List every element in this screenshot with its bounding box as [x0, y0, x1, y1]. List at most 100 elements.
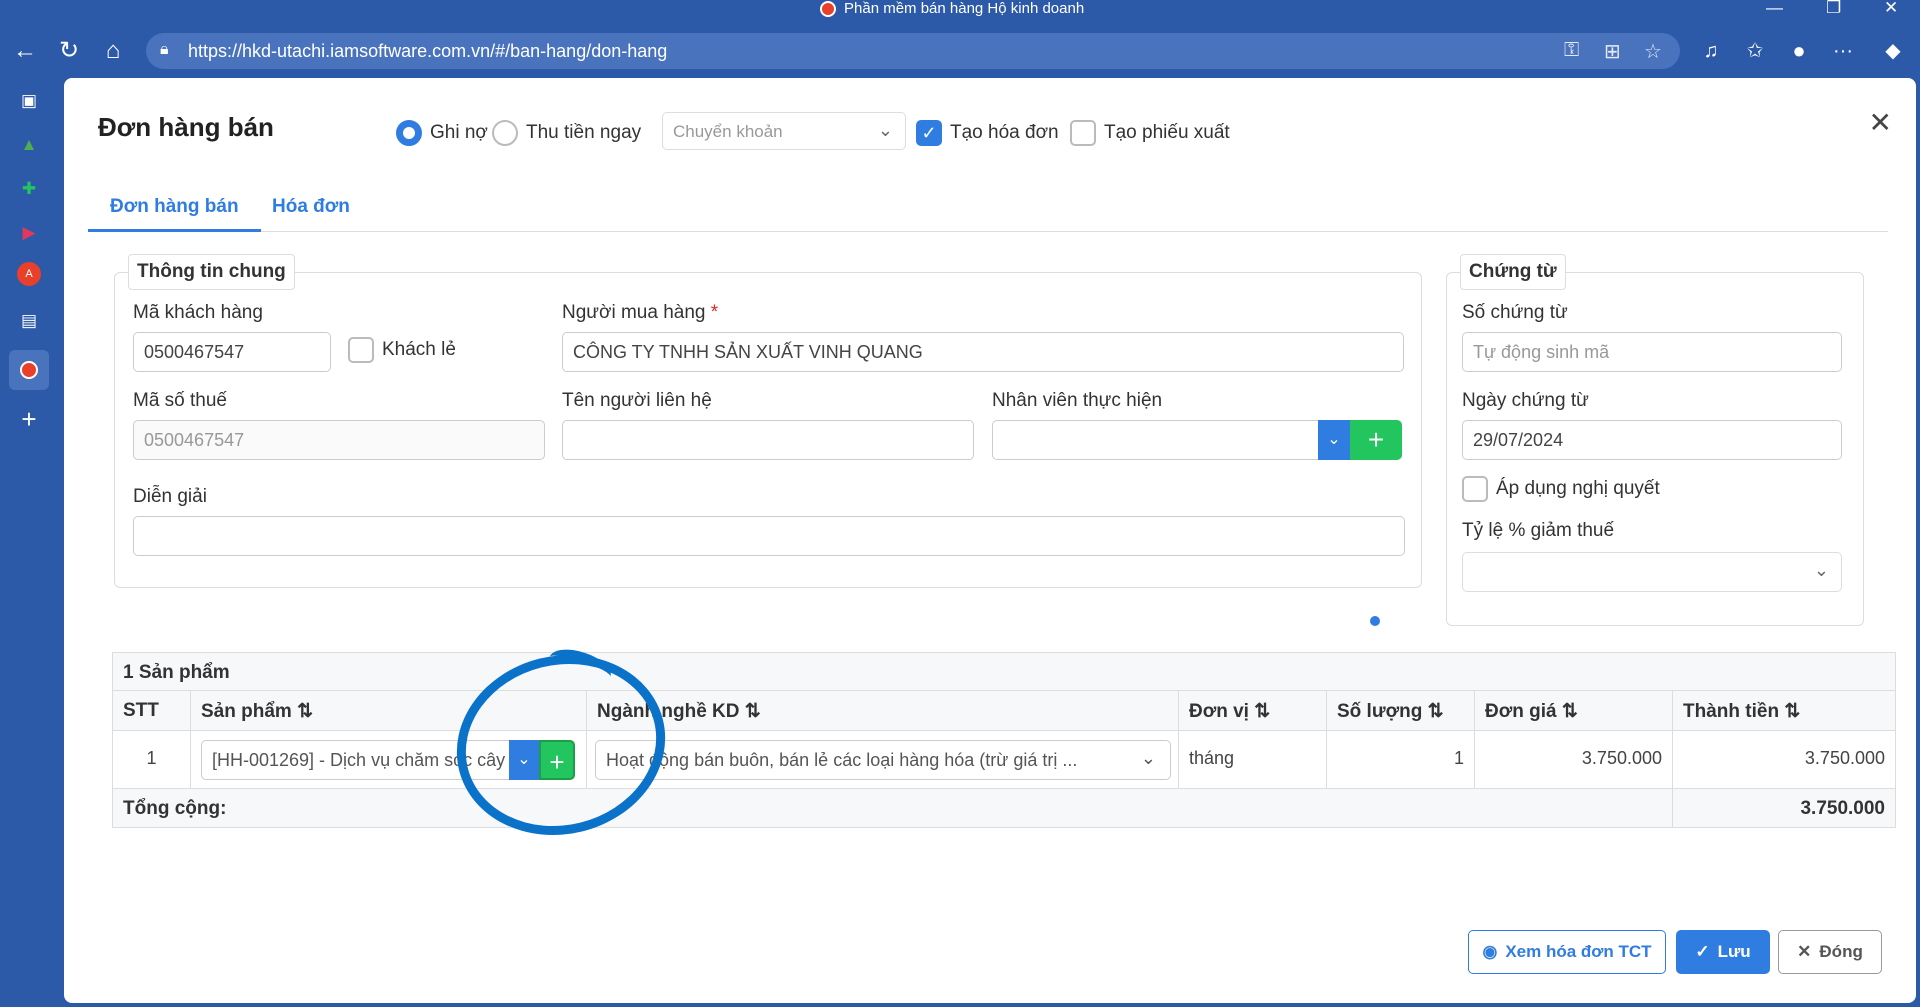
more-menu-icon[interactable]: ··· [1828, 36, 1858, 66]
header-stt: STT [113, 691, 191, 731]
ten-lien-he-input[interactable] [562, 420, 974, 460]
extensions-icon[interactable]: ♫ [1696, 36, 1726, 66]
dialog-close-icon[interactable]: ✕ [1869, 106, 1892, 139]
save-button[interactable]: ✓ Lưu [1676, 930, 1770, 974]
url-text[interactable]: https://hkd-utachi.iamsoftware.com.vn/#/… [188, 41, 667, 62]
chevron-down-icon: ⌄ [1813, 560, 1829, 580]
row-thanh-tien: 3.750.000 [1804, 748, 1885, 768]
radio-thu-tien-ngay[interactable]: Thu tiền ngay [492, 120, 641, 146]
checkbox-tao-hoa-don[interactable]: ✓ Tạo hóa đơn [916, 120, 1059, 146]
payment-method-select[interactable]: Chuyển khoản ⌄ [662, 112, 906, 150]
restore-icon[interactable]: ❐ [1826, 0, 1841, 18]
header-don-vi-text: Đơn vị [1189, 701, 1249, 722]
nguoi-mua-label-text: Người mua hàng [562, 302, 706, 323]
drive-icon[interactable]: ▲ [14, 130, 44, 160]
youtube-icon[interactable]: ▶ [14, 218, 44, 248]
total-label: Tổng cộng: [113, 789, 1673, 827]
url-bar[interactable]: 🔒︎ https://hkd-utachi.iamsoftware.com.vn… [146, 33, 1680, 69]
copilot-icon[interactable]: ◆ [1878, 36, 1908, 66]
apps-icon[interactable]: ⊞ [1604, 39, 1621, 64]
home-icon[interactable]: ⌂ [98, 36, 128, 66]
tabs-icon[interactable]: ▣ [14, 86, 44, 116]
checkbox-tao-hoa-don-box[interactable]: ✓ [916, 120, 942, 146]
profile-avatar-icon[interactable]: ● [1784, 36, 1814, 66]
minimize-icon[interactable]: — [1766, 0, 1783, 18]
plus-icon: + [1367, 424, 1385, 455]
checkbox-ap-dung-box[interactable] [1462, 476, 1488, 502]
window-close-icon[interactable]: ✕ [1884, 0, 1898, 18]
checkbox-tao-phieu-xuat-box[interactable] [1070, 120, 1096, 146]
products-table: 1 Sản phẩm STT Sản phẩm ⇅ Ngành nghề KD … [112, 652, 1896, 828]
favorite-star-icon[interactable]: ☆ [1644, 39, 1662, 64]
nganh-nghe-value: Hoạt động bán buôn, bán lẻ các loại hàng… [606, 750, 1078, 770]
row-nganh-nghe-cell: Hoạt động bán buôn, bán lẻ các loại hàng… [587, 731, 1179, 789]
ty-le-giam-thue-select[interactable]: ⌄ [1462, 552, 1842, 592]
nguoi-mua-label: Người mua hàng * [562, 302, 718, 324]
nguoi-mua-input[interactable]: CÔNG TY TNHH SẢN XUẤT VINH QUANG [562, 332, 1404, 372]
row-don-gia[interactable]: 3.750.000 [1475, 731, 1673, 789]
sort-icon[interactable]: ⇅ [1254, 701, 1270, 722]
app-tab-icon[interactable] [9, 350, 49, 390]
radio-thu-tien-ngay-circle[interactable] [492, 120, 518, 146]
nganh-nghe-select[interactable]: Hoạt động bán buôn, bán lẻ các loại hàng… [595, 740, 1171, 780]
checkbox-khach-le[interactable]: Khách lẻ [348, 337, 456, 363]
nhan-vien-select[interactable] [992, 420, 1322, 460]
nhan-vien-dropdown-button[interactable]: ⌄ [1318, 420, 1350, 460]
add-sidebar-icon[interactable]: + [14, 404, 44, 434]
ma-so-thue-input[interactable]: 0500467547 [133, 420, 545, 460]
browser-sidebar: ▣ ▲ ✚ ▶ A ▤ + [0, 74, 58, 1007]
sort-icon[interactable]: ⇅ [1784, 701, 1800, 722]
checkbox-tao-phieu-xuat[interactable]: Tạo phiếu xuất [1070, 120, 1230, 146]
favorites-icon[interactable]: ✩ [1740, 36, 1770, 66]
refresh-icon[interactable]: ↻ [54, 36, 84, 66]
header-so-luong-text: Số lượng [1337, 701, 1423, 722]
header-don-gia-text: Đơn giá [1485, 701, 1557, 722]
sort-icon[interactable]: ⇅ [1562, 701, 1578, 722]
add-nhan-vien-button[interactable]: + [1350, 420, 1402, 460]
products-caption: 1 Sản phẩm [113, 653, 1895, 691]
chevron-down-icon: ⌄ [1327, 431, 1341, 448]
sort-icon[interactable]: ⇅ [1428, 701, 1444, 722]
back-icon[interactable]: ← [10, 36, 40, 66]
header-thanh-tien-text: Thành tiền [1683, 701, 1780, 722]
sort-icon[interactable]: ⇅ [745, 701, 761, 722]
row-so-luong[interactable]: 1 [1327, 731, 1475, 789]
calendar-icon[interactable]: ▤ [14, 306, 44, 336]
dien-giai-input[interactable] [133, 516, 1405, 556]
checkbox-khach-le-box[interactable] [348, 337, 374, 363]
dialog-title: Đơn hàng bán [98, 112, 274, 142]
carousel-dot [1370, 616, 1380, 626]
payment-method-placeholder: Chuyển khoản [673, 122, 783, 141]
close-label: Đóng [1819, 942, 1863, 961]
so-chung-tu-label: Số chứng từ [1462, 302, 1568, 323]
header-nganh-nghe[interactable]: Ngành nghề KD ⇅ [587, 691, 1179, 731]
header-so-luong[interactable]: Số lượng ⇅ [1327, 691, 1475, 731]
radio-thu-tien-ngay-label: Thu tiền ngay [526, 122, 642, 143]
radio-ghi-no[interactable]: Ghi nợ [396, 120, 488, 146]
ty-le-giam-thue-label: Tỷ lệ % giảm thuế [1462, 520, 1615, 541]
window-titlebar: Phần mềm bán hàng Hộ kinh doanh — ❐ ✕ [0, 0, 1920, 18]
header-thanh-tien[interactable]: Thành tiền ⇅ [1673, 691, 1895, 731]
password-key-icon[interactable]: ⚿ [1564, 39, 1579, 62]
close-button[interactable]: ✕ Đóng [1778, 930, 1882, 974]
ngay-chung-tu-input[interactable]: 29/07/2024 [1462, 420, 1842, 460]
header-don-gia[interactable]: Đơn giá ⇅ [1475, 691, 1673, 731]
tab-don-hang-ban[interactable]: Đơn hàng bán [88, 186, 261, 232]
radio-ghi-no-circle[interactable] [396, 120, 422, 146]
tab-hoa-don[interactable]: Hóa đơn [250, 186, 372, 232]
header-don-vi[interactable]: Đơn vị ⇅ [1179, 691, 1327, 731]
table-header-row: STT Sản phẩm ⇅ Ngành nghề KD ⇅ Đơn vị ⇅ … [113, 691, 1895, 731]
sort-icon[interactable]: ⇅ [297, 701, 313, 722]
close-icon: ✕ [1797, 942, 1812, 961]
table-row: 1 [HH-001269] - Dịch vụ chăm sóc cây ⌄ +… [113, 731, 1895, 789]
sheets-icon[interactable]: ✚ [14, 174, 44, 204]
checkbox-ap-dung-nghi-quyet[interactable]: Áp dụng nghị quyết [1462, 476, 1660, 502]
address-bar-row: ← ↻ ⌂ 🔒︎ https://hkd-utachi.iamsoftware.… [0, 28, 1920, 74]
acrobat-icon[interactable]: A [17, 262, 41, 286]
nhan-vien-label: Nhân viên thực hiện [992, 390, 1163, 411]
ma-khach-hang-input[interactable]: 0500467547 [133, 332, 331, 372]
site-info-icon[interactable]: 🔒︎ [160, 41, 169, 59]
view-invoice-button[interactable]: ◉ Xem hóa đơn TCT [1468, 930, 1666, 974]
radio-ghi-no-label: Ghi nợ [430, 122, 488, 143]
so-chung-tu-input[interactable]: Tự động sinh mã [1462, 332, 1842, 372]
